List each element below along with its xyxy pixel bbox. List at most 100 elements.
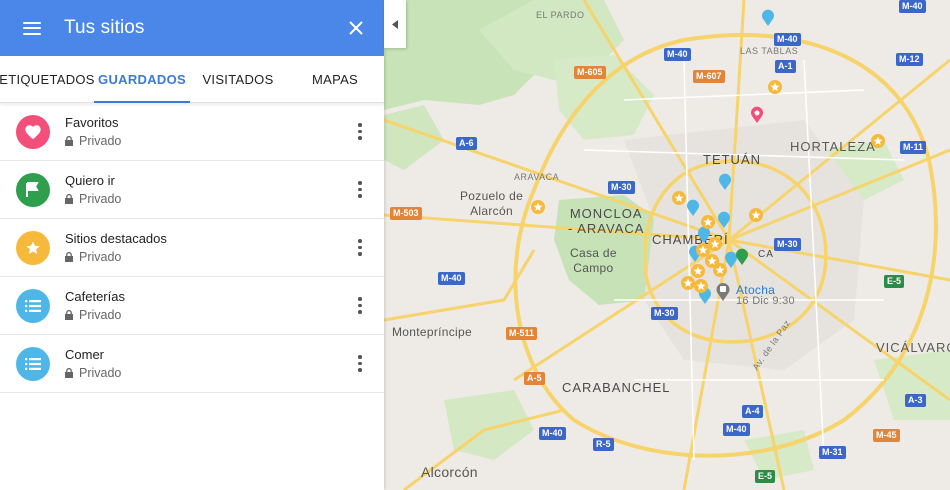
lock-icon <box>65 252 73 262</box>
list-privacy: Privado <box>79 308 122 322</box>
place-label-vicalvaro: VICÁLVARO <box>876 340 950 355</box>
road-shield: M-40 <box>539 427 566 440</box>
star-pin-icon[interactable] <box>530 199 546 215</box>
road-shield: M-40 <box>438 272 465 285</box>
more-options-button[interactable] <box>336 340 384 388</box>
menu-icon <box>23 21 41 35</box>
favorite-pin-icon[interactable] <box>750 106 764 124</box>
map-canvas[interactable]: EL PARDO LAS TABLAS HORTALEZA TETUÁN ARA… <box>384 0 950 490</box>
road-shield: M-40 <box>723 423 750 436</box>
road-shield: M-607 <box>693 70 725 83</box>
lock-icon <box>65 310 73 320</box>
list-name: Cafeterías <box>65 289 125 304</box>
place-label-partial: CA <box>758 249 774 260</box>
collapse-panel-button[interactable] <box>384 0 406 48</box>
cafe-pin-icon[interactable] <box>717 211 731 229</box>
place-label-hortaleza: HORTALEZA <box>790 139 876 154</box>
star-pin-icon[interactable] <box>700 214 716 230</box>
place-label-moncloa: MONCLOA - ARAVACA <box>568 206 645 236</box>
list-name: Quiero ir <box>65 173 115 188</box>
tab-mapas[interactable]: MAPAS <box>286 56 384 102</box>
more-options-button[interactable] <box>336 224 384 272</box>
flag-pin-icon[interactable] <box>735 248 749 266</box>
caret-left-icon <box>391 19 398 29</box>
station-pin-icon[interactable] <box>715 282 731 302</box>
list-item[interactable]: Quiero ir Privado <box>0 161 384 219</box>
place-label-pozuelo: Pozuelo de Alarcón <box>460 189 524 218</box>
star-pin-icon[interactable] <box>693 278 709 294</box>
place-label-carabanchel: CARABANCHEL <box>562 380 671 395</box>
more-vert-icon <box>358 297 362 314</box>
road-shield: M-30 <box>651 307 678 320</box>
place-label-las-tablas: LAS TABLAS <box>740 46 799 56</box>
list-item[interactable]: Favoritos Privado <box>0 103 384 161</box>
road-shield: M-605 <box>574 66 606 79</box>
place-label-monteprincipe: Montepríncipe <box>392 325 472 339</box>
place-label-el-pardo: EL PARDO <box>536 10 585 20</box>
road-shield: A-3 <box>905 394 926 407</box>
list-item[interactable]: Comer Privado <box>0 335 384 393</box>
more-options-button[interactable] <box>336 166 384 214</box>
road-shield: M-40 <box>664 48 691 61</box>
road-shield: M-40 <box>899 0 926 13</box>
road-shield: M-40 <box>774 33 801 46</box>
tab-etiquetados[interactable]: ETIQUETADOS <box>0 56 94 102</box>
road-shield: A-5 <box>524 372 545 385</box>
saved-lists: Favoritos Privado Quiero ir Privado Siti… <box>0 103 384 393</box>
cafe-pin-icon[interactable] <box>718 173 732 191</box>
place-label-alcorcon: Alcorcón <box>421 464 478 480</box>
list-icon <box>16 288 50 323</box>
tab-bar: ETIQUETADOS GUARDADOS VISITADOS MAPAS <box>0 56 384 103</box>
close-button[interactable] <box>328 0 384 56</box>
road-shield: M-511 <box>506 327 538 340</box>
list-name: Sitios destacados <box>65 231 167 246</box>
heart-icon <box>16 114 50 149</box>
road-shield: E-5 <box>755 470 776 483</box>
place-label-atocha-time: 16 Dic 9:30 <box>736 295 795 307</box>
lock-icon <box>65 194 73 204</box>
more-vert-icon <box>358 181 362 198</box>
cafe-pin-icon[interactable] <box>686 199 700 217</box>
star-pin-icon[interactable] <box>870 133 886 149</box>
road-shield: A-1 <box>775 60 796 73</box>
road-shield: M-11 <box>900 141 927 154</box>
star-pin-icon[interactable] <box>767 79 783 95</box>
list-icon <box>16 346 50 381</box>
list-privacy: Privado <box>79 366 122 380</box>
list-item[interactable]: Cafeterías Privado <box>0 277 384 335</box>
road-shield: M-503 <box>390 207 422 220</box>
more-options-button[interactable] <box>336 282 384 330</box>
flag-icon <box>16 172 50 207</box>
more-vert-icon <box>358 239 362 256</box>
star-pin-icon[interactable] <box>748 207 764 223</box>
star-pin-icon[interactable] <box>712 262 728 278</box>
place-label-tetuan: TETUÁN <box>703 152 761 167</box>
menu-button[interactable] <box>0 0 64 56</box>
lock-icon <box>65 368 73 378</box>
cafe-pin-icon[interactable] <box>761 9 775 27</box>
more-vert-icon <box>358 355 362 372</box>
road-shield: M-30 <box>608 181 635 194</box>
your-places-panel: Tus sitios ETIQUETADOS GUARDADOS VISITAD… <box>0 0 384 490</box>
road-shield: M-12 <box>896 53 923 66</box>
list-name: Favoritos <box>65 115 119 130</box>
road-shield: M-31 <box>819 446 846 459</box>
road-shield: R-5 <box>593 438 614 451</box>
star-icon <box>16 230 50 265</box>
tab-visitados[interactable]: VISITADOS <box>190 56 286 102</box>
place-label-aravaca: ARAVACA <box>514 172 560 182</box>
panel-header: Tus sitios <box>0 0 384 56</box>
panel-title: Tus sitios <box>64 17 145 38</box>
road-shield: A-4 <box>742 405 763 418</box>
list-item[interactable]: Sitios destacados Privado <box>0 219 384 277</box>
more-vert-icon <box>358 123 362 140</box>
list-privacy: Privado <box>79 134 122 148</box>
list-privacy: Privado <box>79 192 122 206</box>
star-pin-icon[interactable] <box>671 190 687 206</box>
tab-guardados[interactable]: GUARDADOS <box>94 56 190 103</box>
road-shield: A-6 <box>456 137 477 150</box>
list-name: Comer <box>65 347 105 362</box>
road-shield: E-5 <box>884 275 905 288</box>
more-options-button[interactable] <box>336 108 384 156</box>
place-label-casa-de-campo: Casa de Campo <box>570 246 617 275</box>
